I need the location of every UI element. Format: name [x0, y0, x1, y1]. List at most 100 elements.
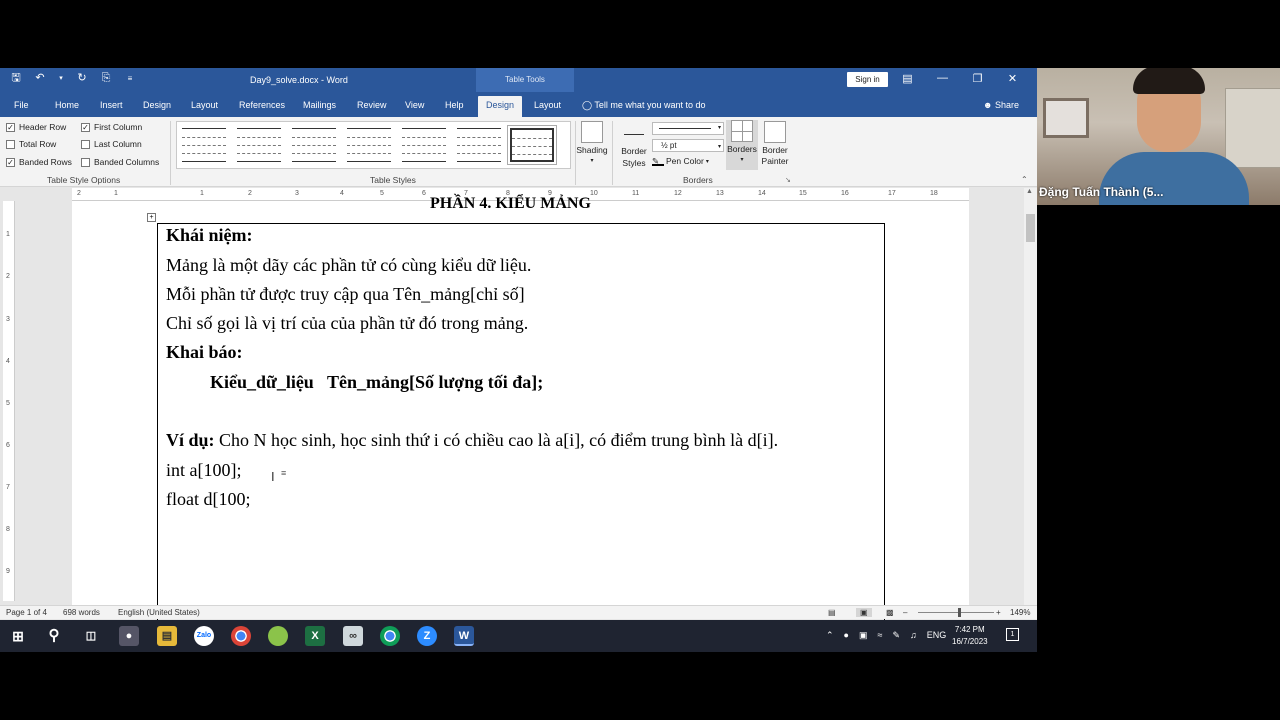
- sign-in-button[interactable]: Sign in: [847, 72, 888, 87]
- tab-mailings[interactable]: Mailings: [303, 100, 336, 110]
- scrollbar-thumb[interactable]: [1026, 214, 1035, 242]
- borders-button[interactable]: Borders ▾: [726, 120, 758, 170]
- ribbon-tabs: File Home Insert Design Layout Reference…: [0, 92, 1037, 117]
- read-mode-icon[interactable]: ▤: [828, 608, 836, 617]
- banded-columns-checkbox[interactable]: Banded Columns: [81, 157, 159, 167]
- last-column-checkbox[interactable]: Last Column: [81, 139, 142, 149]
- banded-rows-checkbox[interactable]: ✓ Banded Rows: [6, 157, 72, 167]
- minimize-icon[interactable]: —: [935, 72, 950, 85]
- collapse-ribbon-icon[interactable]: ⌃: [1021, 175, 1028, 184]
- word-icon[interactable]: W: [454, 626, 474, 646]
- pen-color-label: Pen Color: [666, 156, 704, 166]
- total-row-checkbox[interactable]: Total Row: [6, 139, 56, 149]
- language-indicator[interactable]: ENG: [927, 630, 947, 641]
- vertical-scrollbar[interactable]: ▲ ▼: [1024, 188, 1037, 612]
- start-icon[interactable]: ⊞: [8, 626, 28, 646]
- task-view-icon[interactable]: ◫: [81, 626, 101, 646]
- chevron-up-icon[interactable]: ⌃: [826, 630, 834, 641]
- clock[interactable]: 7:42 PM 16/7/2023: [952, 624, 988, 648]
- tell-me-label: Tell me what you want to do: [594, 100, 706, 110]
- search-icon[interactable]: ⚲: [44, 626, 64, 646]
- restore-icon[interactable]: ❐: [970, 72, 985, 85]
- table-move-handle-icon[interactable]: +: [147, 213, 156, 222]
- tab-review[interactable]: Review: [357, 100, 387, 110]
- table-style-thumbnail-selected[interactable]: [507, 125, 557, 165]
- line-weight-dropdown[interactable]: ½ pt ▾: [652, 139, 724, 152]
- redo-icon[interactable]: ↻: [76, 72, 88, 85]
- tab-insert[interactable]: Insert: [100, 100, 123, 110]
- tell-me-search[interactable]: ◯ Tell me what you want to do: [582, 100, 705, 111]
- pen-icon[interactable]: ✎: [892, 630, 900, 641]
- zoom-icon[interactable]: Z: [417, 626, 437, 646]
- chevron-down-icon: ▾: [717, 125, 721, 131]
- zoom-slider-thumb[interactable]: [958, 608, 961, 617]
- tab-view[interactable]: View: [405, 100, 424, 110]
- text-cursor-icon: I: [271, 469, 275, 484]
- page-count[interactable]: Page 1 of 4: [6, 608, 47, 617]
- line-style-dropdown[interactable]: ▾: [652, 122, 724, 135]
- zoom-slider[interactable]: [918, 608, 994, 617]
- table-style-thumbnail[interactable]: [237, 128, 281, 162]
- tab-file[interactable]: File: [14, 100, 29, 110]
- volume-icon[interactable]: ♫: [910, 630, 917, 641]
- border-painter-button[interactable]: Border Painter: [759, 121, 791, 167]
- first-column-checkbox[interactable]: ✓ First Column: [81, 122, 142, 132]
- tab-home[interactable]: Home: [55, 100, 79, 110]
- bold-text: Kiểu_dữ_liệu Tên_mảng[Số lượng tối đa];: [210, 372, 544, 392]
- dialog-launcher-icon[interactable]: ↘: [785, 176, 791, 184]
- tab-layout[interactable]: Layout: [191, 100, 218, 110]
- tab-table-layout[interactable]: Layout: [534, 100, 561, 110]
- pen-color-button[interactable]: ✎ Pen Color ▾: [652, 156, 709, 166]
- shading-button[interactable]: Shading ▾: [576, 121, 608, 167]
- save-icon[interactable]: 🖫: [10, 72, 22, 85]
- paste-options-icon[interactable]: ≡: [281, 468, 286, 478]
- excel-icon[interactable]: X: [305, 626, 325, 646]
- language-indicator[interactable]: English (United States): [118, 608, 200, 617]
- table-style-thumbnail[interactable]: [457, 128, 501, 162]
- ruler-mark: 5: [380, 190, 384, 197]
- tab-help[interactable]: Help: [445, 100, 464, 110]
- wifi-icon[interactable]: ≈: [878, 630, 883, 641]
- zoom-level[interactable]: 149%: [1010, 608, 1030, 617]
- doc-line: Mảng là một dãy các phần tử có cùng kiểu…: [166, 255, 531, 276]
- zalo-icon[interactable]: Zalo: [194, 626, 214, 646]
- table-style-thumbnail[interactable]: [292, 128, 336, 162]
- print-preview-icon[interactable]: ⎘: [100, 72, 112, 85]
- notification-icon[interactable]: 1: [1006, 628, 1019, 641]
- chrome-icon[interactable]: [231, 626, 251, 646]
- zoom-in-icon[interactable]: +: [996, 608, 1001, 617]
- undo-icon[interactable]: ↶: [34, 72, 46, 85]
- zoom-out-icon[interactable]: –: [903, 608, 907, 617]
- person-hair: [1133, 68, 1205, 94]
- camera-tray-icon[interactable]: ▣: [859, 630, 868, 641]
- print-layout-icon[interactable]: ▣: [856, 608, 872, 617]
- microphone-icon[interactable]: ●: [844, 630, 849, 641]
- ribbon-display-icon[interactable]: ▤: [900, 72, 915, 85]
- vertical-ruler[interactable]: 1 2 3 4 5 6 7 8 9 10: [3, 201, 15, 613]
- tab-references[interactable]: References: [239, 100, 285, 110]
- chevron-down-icon[interactable]: ▾: [58, 72, 64, 85]
- table-style-thumbnail[interactable]: [182, 128, 226, 162]
- app-icon-2[interactable]: ∞: [343, 626, 363, 646]
- file-explorer-icon[interactable]: ▤: [157, 626, 177, 646]
- app-icon[interactable]: [268, 626, 288, 646]
- word-count[interactable]: 698 words: [63, 608, 100, 617]
- table-style-thumbnail[interactable]: [347, 128, 391, 162]
- border-styles-button[interactable]: Border Styles: [616, 121, 652, 169]
- customize-qat-icon[interactable]: ≡: [124, 72, 136, 85]
- header-row-checkbox[interactable]: ✓ Header Row: [6, 122, 66, 132]
- tab-table-design[interactable]: Design: [478, 96, 523, 117]
- document-page[interactable]: + PHẦN 4. KIỂU MẢNG Khái niệm: Mảng là m…: [72, 195, 969, 623]
- table-style-thumbnail[interactable]: [402, 128, 446, 162]
- border-line-icon: [624, 121, 644, 135]
- share-button[interactable]: ☻ Share: [983, 100, 1019, 110]
- document-table-cell[interactable]: Khái niệm: Mảng là một dãy các phần tử c…: [157, 223, 885, 623]
- scroll-up-icon[interactable]: ▲: [1026, 188, 1033, 195]
- chevron-down-icon: ▾: [705, 158, 709, 165]
- tab-design[interactable]: Design: [143, 100, 171, 110]
- time: 7:42 PM: [954, 625, 985, 634]
- close-icon[interactable]: ✕: [1005, 72, 1020, 85]
- camera-icon[interactable]: ●: [119, 626, 139, 646]
- chrome-icon-2[interactable]: [380, 626, 400, 646]
- web-layout-icon[interactable]: ▩: [886, 608, 894, 617]
